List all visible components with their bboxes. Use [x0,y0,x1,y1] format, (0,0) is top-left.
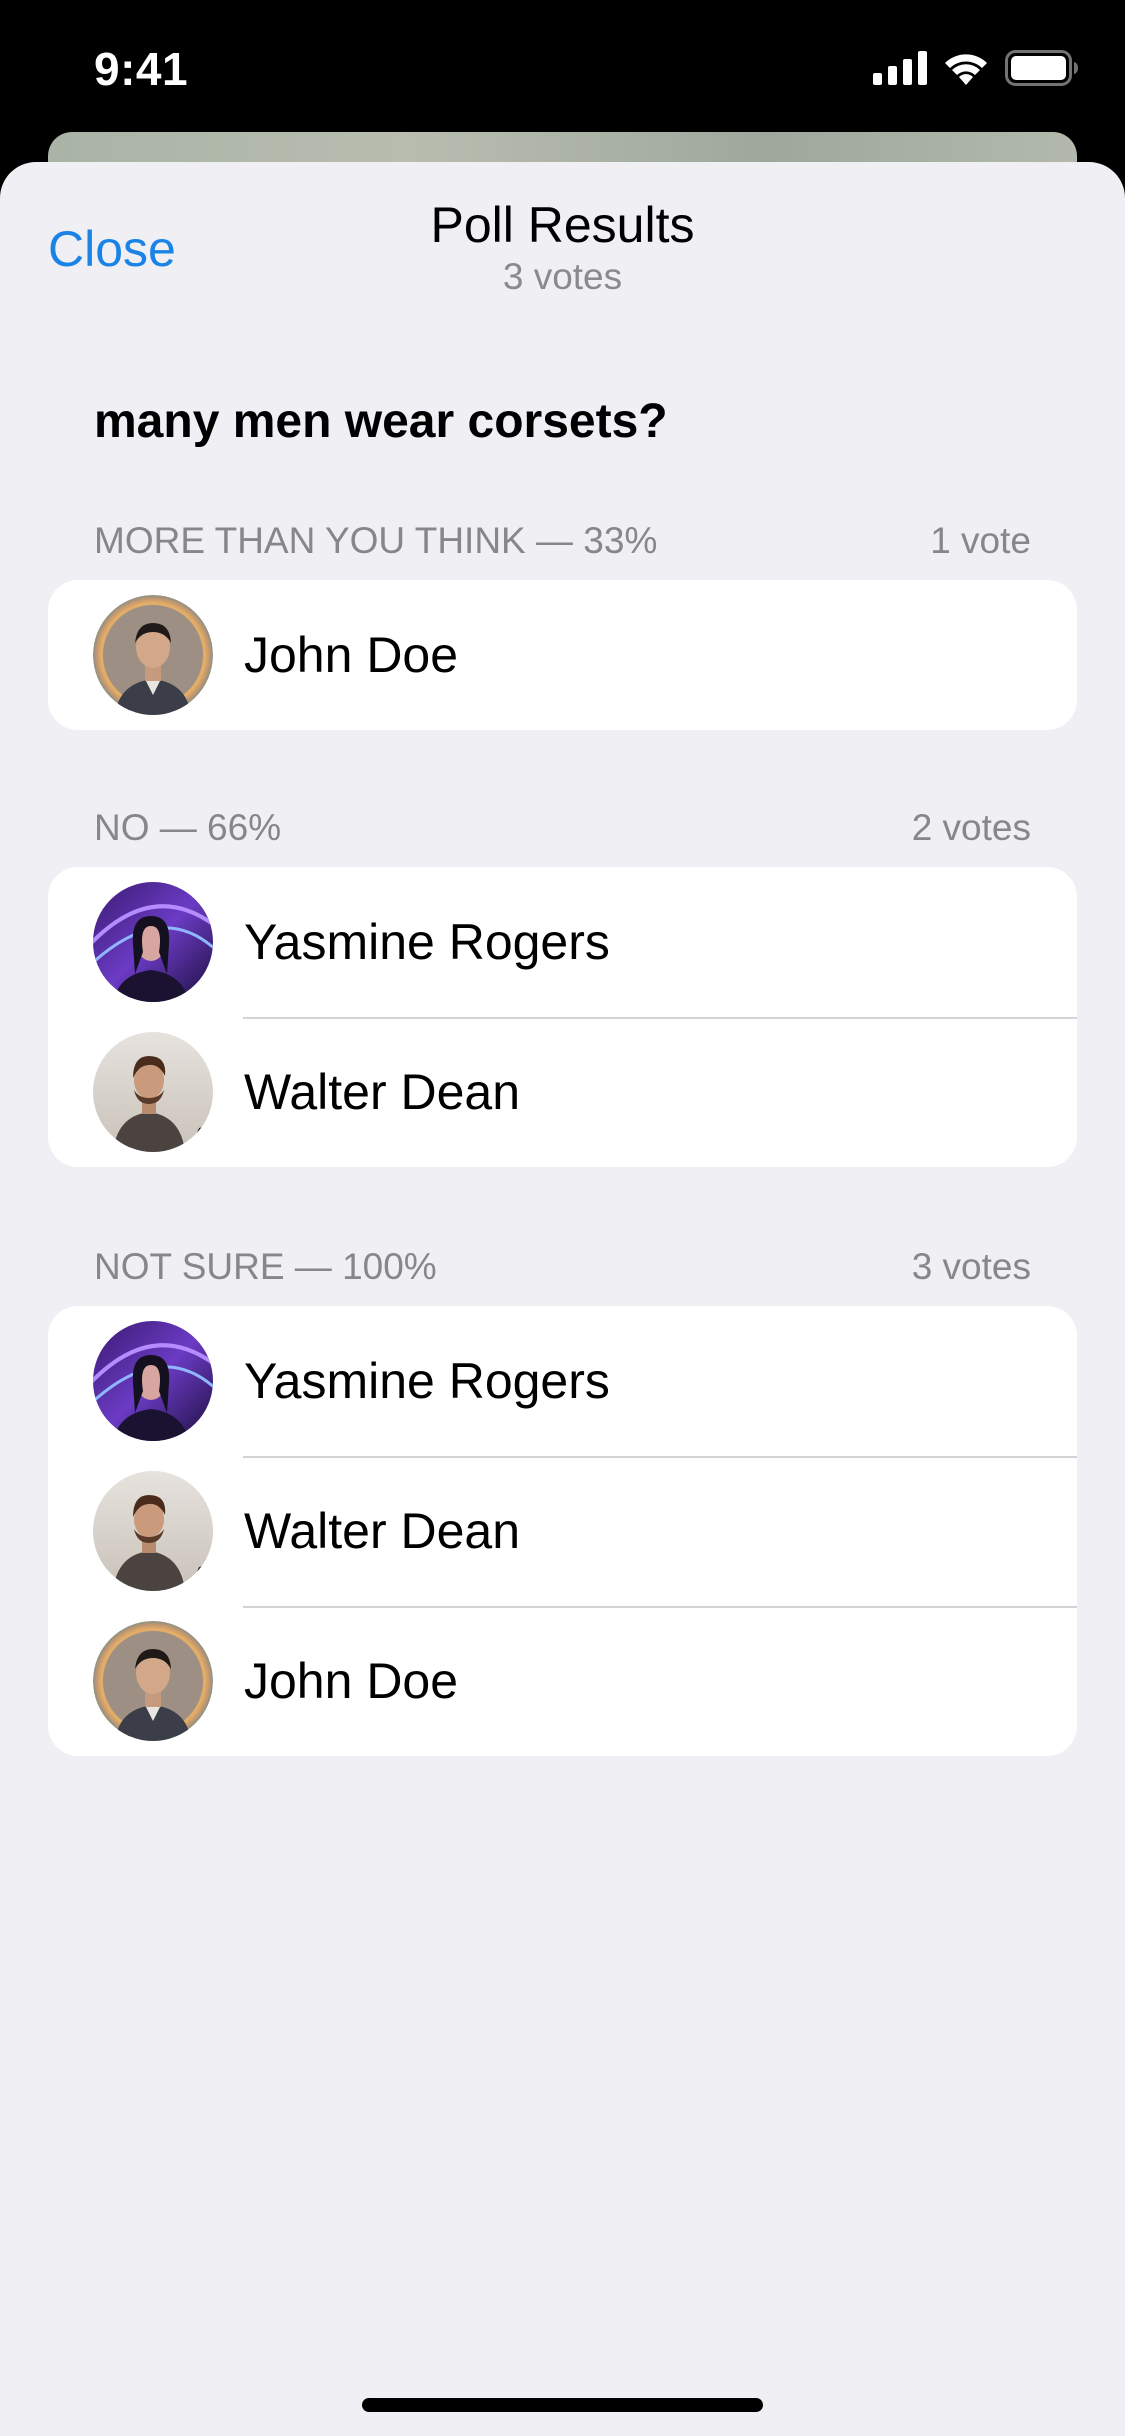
voter-name: Yasmine Rogers [244,1353,610,1409]
voter-name: Walter Dean [244,1503,521,1559]
avatar [93,1032,213,1152]
option-vote-count: 3 votes [911,1246,1031,1287]
voter-name: John Doe [244,1653,459,1709]
voter-list: Yasmine Rogers Walter Dean [48,867,1077,1167]
option-header: NOT SURE — 100% 3 votes [94,1242,1031,1292]
avatar [93,882,213,1002]
voter-row[interactable]: Walter Dean [48,1456,1077,1606]
avatar [93,1621,213,1741]
home-indicator[interactable] [362,2398,763,2412]
option-vote-count: 2 votes [911,807,1031,848]
option-label: NO — 66% [94,807,282,848]
option-label: MORE THAN YOU THINK — 33% [94,520,658,561]
voter-name: Yasmine Rogers [244,914,610,970]
voter-row[interactable]: Yasmine Rogers [48,867,1077,1017]
battery-icon [1005,49,1079,91]
status-bar: 9:41 [0,0,1125,135]
voter-name: Walter Dean [244,1064,521,1120]
status-icons [873,49,1079,91]
voter-list: Yasmine Rogers Walter Dean [48,1306,1077,1756]
wifi-icon [943,51,989,90]
voter-row[interactable]: John Doe [48,1606,1077,1756]
avatar [93,1321,213,1441]
voter-row[interactable]: John Doe [48,580,1077,730]
option-header: MORE THAN YOU THINK — 33% 1 vote [94,516,1031,566]
voter-list: John Doe [48,580,1077,730]
voter-row[interactable]: Walter Dean [48,1017,1077,1167]
avatar [93,595,213,715]
option-label: NOT SURE — 100% [94,1246,437,1287]
voter-row[interactable]: Yasmine Rogers [48,1306,1077,1456]
close-button[interactable]: Close [48,220,176,278]
option-header: NO — 66% 2 votes [94,803,1031,853]
status-time: 9:41 [94,43,189,95]
poll-question: many men wear corsets? [94,395,668,448]
avatar [93,1471,213,1591]
voter-name: John Doe [244,627,459,683]
cellular-signal-icon [873,50,927,90]
option-vote-count: 1 vote [930,520,1031,561]
poll-results-sheet: Poll Results 3 votes Close many men wear… [0,162,1125,2436]
